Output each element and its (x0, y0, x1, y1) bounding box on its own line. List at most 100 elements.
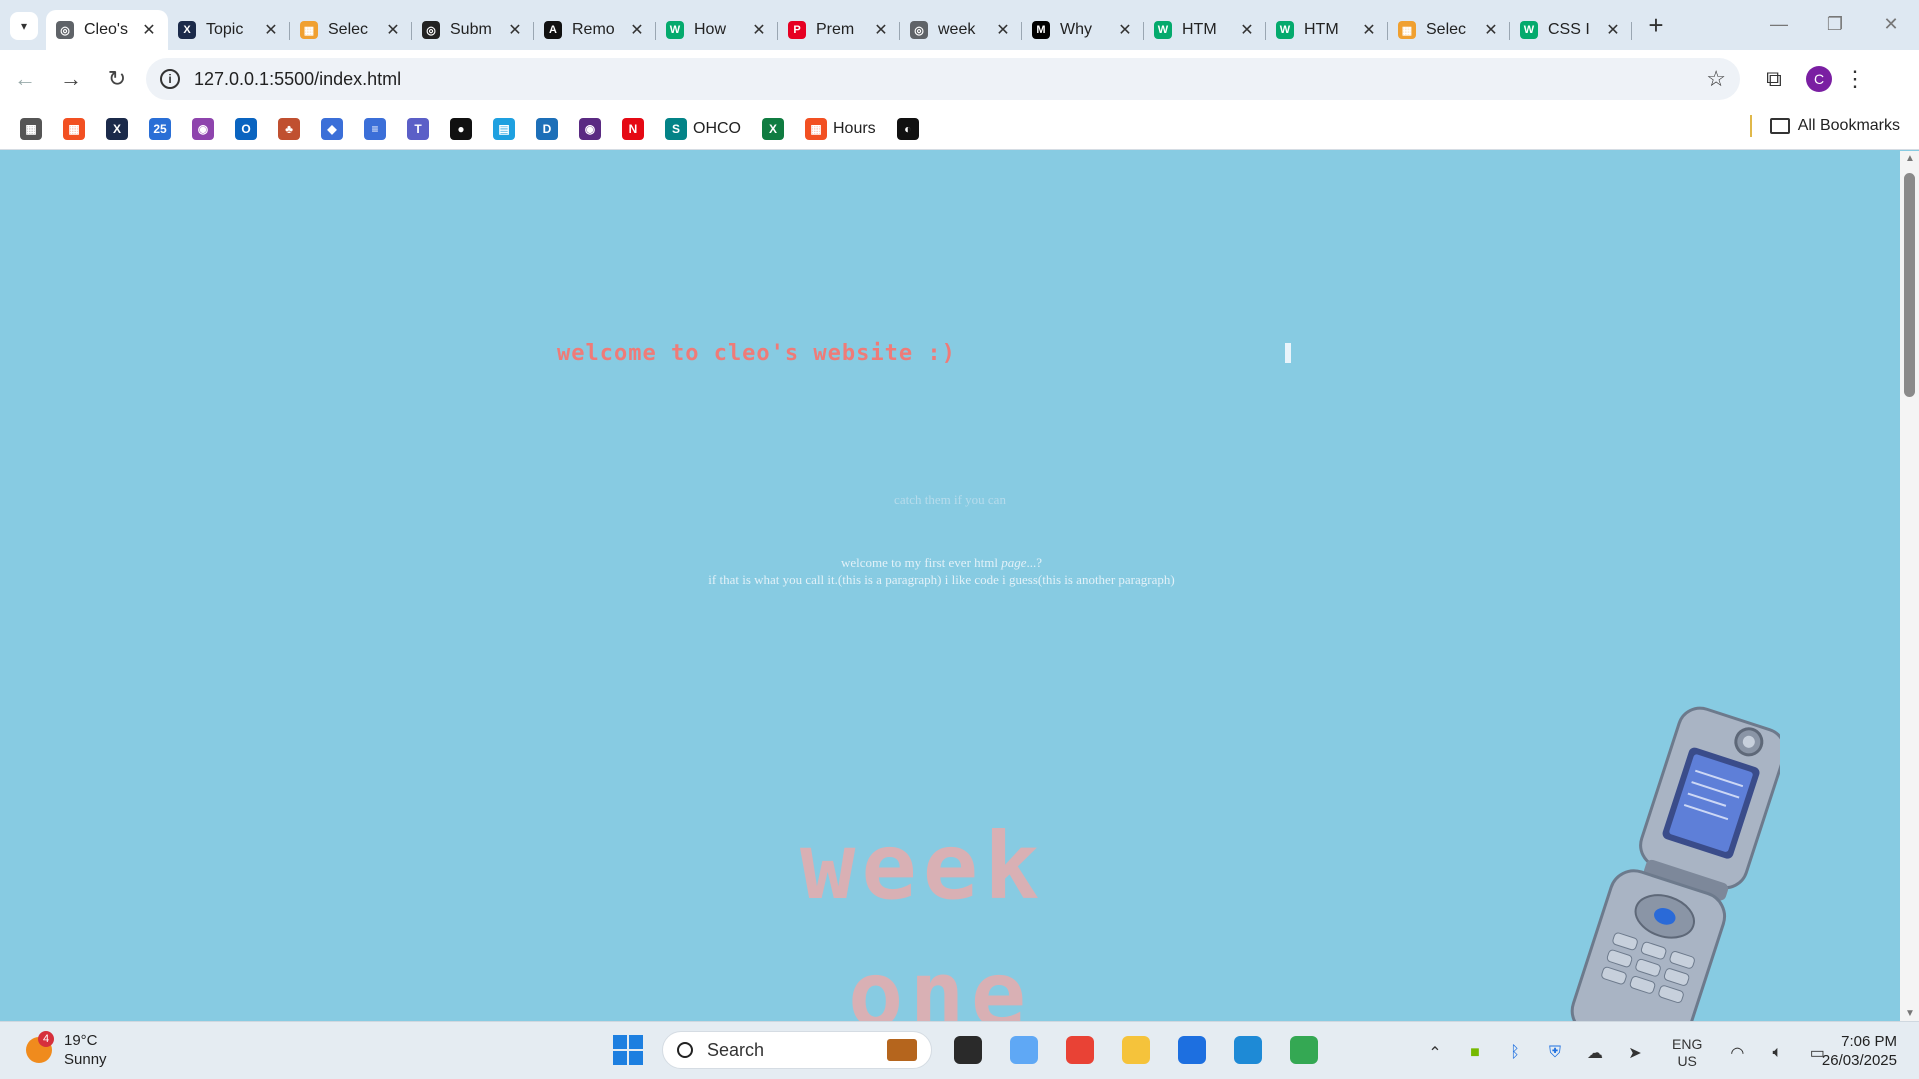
taskbar-search[interactable]: Search (662, 1031, 932, 1069)
scrollbar-thumb[interactable] (1904, 173, 1915, 397)
onedrive-icon[interactable]: ☁ (1580, 1043, 1610, 1063)
bookmark-label: OHCO (693, 119, 741, 137)
language-indicator[interactable]: ENG US (1672, 1036, 1702, 1070)
back-button[interactable]: ← (4, 58, 46, 100)
page-scrollbar[interactable]: ▲ ▼ (1900, 151, 1919, 1021)
wifi-icon[interactable]: ◠ (1722, 1043, 1752, 1063)
url-text[interactable]: 127.0.0.1:5500/index.html (194, 69, 1706, 90)
clock[interactable]: 7:06 PM 26/03/2025 (1822, 1032, 1897, 1070)
tab-close-icon[interactable]: ✕ (1360, 20, 1378, 40)
tab-close-icon[interactable]: ✕ (1604, 20, 1622, 40)
tab-close-icon[interactable]: ✕ (506, 20, 524, 40)
volume-icon[interactable]: 🔈︎ (1762, 1044, 1792, 1062)
bookmark-item[interactable]: ◐ (896, 115, 919, 143)
tab-close-icon[interactable]: ✕ (384, 20, 402, 40)
weather-widget[interactable]: 4 19°C Sunny (26, 1031, 107, 1069)
x-icon: X (106, 117, 128, 140)
tab[interactable]: P Prem ✕ (778, 10, 900, 50)
bookmark-item[interactable]: ◉ (192, 115, 214, 143)
tab[interactable]: ◎ Subm ✕ (412, 10, 534, 50)
bookmark-item[interactable]: D (536, 115, 558, 143)
bookmark-item[interactable]: ▦ (20, 115, 42, 143)
site-info-icon[interactable]: i (160, 69, 180, 89)
address-bar[interactable]: i 127.0.0.1:5500/index.html ☆ (146, 58, 1740, 100)
close-window-button[interactable]: ✕ (1863, 0, 1919, 48)
tab[interactable]: W HTM ✕ (1266, 10, 1388, 50)
tab-search-dropdown[interactable]: ▾ (10, 12, 38, 40)
bookmark-item[interactable]: X (106, 115, 128, 143)
tab-close-icon[interactable]: ✕ (994, 20, 1012, 40)
tab-label: Subm (450, 21, 492, 38)
minimize-button[interactable]: — (1751, 0, 1807, 48)
page-heading: welcome to cleo's website :) (557, 341, 956, 366)
file-explorer-icon[interactable] (1116, 1030, 1156, 1070)
forward-button[interactable]: → (50, 58, 92, 100)
tab-close-icon[interactable]: ✕ (262, 20, 280, 40)
tab-close-icon[interactable]: ✕ (1482, 20, 1500, 40)
tab-favicon-icon: ▦ (300, 21, 318, 39)
bookmark-item[interactable]: ≡ (364, 115, 386, 143)
tab-favicon-icon: P (788, 21, 806, 39)
browser-menu-icon[interactable]: ⋮ (1844, 66, 1866, 92)
bookmark-item[interactable]: T (407, 115, 429, 143)
tab[interactable]: W How ✕ (656, 10, 778, 50)
tab-close-icon[interactable]: ✕ (1238, 20, 1256, 40)
tab[interactable]: A Remo ✕ (534, 10, 656, 50)
bookmark-item[interactable]: ● (450, 115, 472, 143)
task-view-icon[interactable] (948, 1030, 988, 1070)
intro-end: ...? (1026, 555, 1043, 570)
tab[interactable]: ▦ Selec ✕ (1388, 10, 1510, 50)
vscode-icon[interactable] (1228, 1030, 1268, 1070)
tab[interactable]: W HTM ✕ (1144, 10, 1266, 50)
store-icon[interactable] (1172, 1030, 1212, 1070)
bookmark-item[interactable]: N (622, 115, 644, 143)
bookmark-item[interactable]: ▦ Hours (805, 115, 876, 143)
tab-close-icon[interactable]: ✕ (140, 20, 158, 40)
app-icon: D (536, 117, 558, 140)
reload-button[interactable]: ↻ (96, 58, 138, 100)
security-icon[interactable]: ⛨ (1540, 1044, 1570, 1062)
send-icon[interactable]: ➤ (1620, 1043, 1650, 1063)
chrome-profile-icon[interactable] (1284, 1030, 1324, 1070)
tab-favicon-icon: ◎ (56, 21, 74, 39)
extensions-icon[interactable]: ⧉ (1754, 66, 1794, 92)
nvidia-icon[interactable]: ■ (1460, 1044, 1490, 1062)
tab-close-icon[interactable]: ✕ (872, 20, 890, 40)
bookmark-item[interactable]: O (235, 115, 257, 143)
copilot-icon[interactable] (1004, 1030, 1044, 1070)
tab[interactable]: M Why ✕ (1022, 10, 1144, 50)
bookmark-item[interactable]: 25 (149, 115, 171, 143)
tab-close-icon[interactable]: ✕ (1116, 20, 1134, 40)
new-tab-button[interactable]: + (1638, 7, 1674, 43)
tab[interactable]: ▦ Selec ✕ (290, 10, 412, 50)
tab-close-icon[interactable]: ✕ (628, 20, 646, 40)
bookmark-item[interactable]: ▤ (493, 115, 515, 143)
bookmark-item[interactable]: ◆ (321, 115, 343, 143)
show-hidden-icons[interactable]: ⌃ (1420, 1043, 1450, 1063)
briefcase-icon (887, 1039, 917, 1061)
bookmark-star-icon[interactable]: ☆ (1706, 66, 1726, 92)
tab[interactable]: X Topic ✕ (168, 10, 290, 50)
start-button[interactable] (608, 1030, 648, 1070)
tab[interactable]: W CSS I ✕ (1510, 10, 1632, 50)
tab[interactable]: ◎ week ✕ (900, 10, 1022, 50)
tab-close-icon[interactable]: ✕ (750, 20, 768, 40)
chrome-icon[interactable] (1060, 1030, 1100, 1070)
bookmark-item[interactable]: S OHCO (665, 115, 741, 143)
tab-label: HTM (1182, 21, 1217, 38)
scroll-down-icon[interactable]: ▼ (1905, 1008, 1915, 1019)
tab[interactable]: ◎ Cleo's ✕ (46, 10, 168, 50)
bookmark-item[interactable]: X (762, 115, 784, 143)
bluetooth-icon[interactable]: ᛒ (1500, 1044, 1530, 1062)
all-bookmarks-button[interactable]: All Bookmarks (1749, 115, 1900, 137)
profile-avatar[interactable]: C (1806, 66, 1832, 92)
browser-toolbar: ← → ↻ i 127.0.0.1:5500/index.html ☆ ⧉ C … (0, 50, 1919, 108)
scroll-up-icon[interactable]: ▲ (1905, 153, 1915, 164)
tab-label: week (938, 21, 976, 38)
bookmark-item[interactable]: ◉ (579, 115, 601, 143)
folder-icon (1769, 118, 1790, 134)
restore-button[interactable]: ❐ (1807, 0, 1863, 48)
bookmark-item[interactable]: ▦ (63, 115, 85, 143)
window-controls: — ❐ ✕ (1751, 0, 1919, 48)
bookmark-item[interactable]: ♣ (278, 115, 300, 143)
